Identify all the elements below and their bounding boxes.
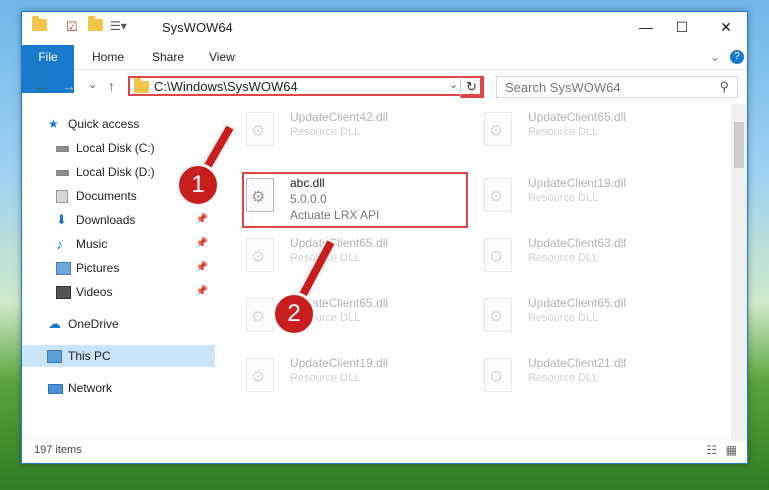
dll-file-icon bbox=[246, 238, 274, 272]
details-view-icon[interactable]: ☷ bbox=[706, 443, 717, 457]
address-bar[interactable]: C:\Windows\SysWOW64 ⌄ bbox=[128, 76, 482, 96]
list-item[interactable]: UpdateClient65.dll Resource DLL bbox=[242, 234, 462, 282]
refresh-button[interactable]: ↻ bbox=[460, 76, 484, 98]
address-dropdown-icon[interactable]: ⌄ bbox=[449, 78, 458, 91]
explorer-window: ☑ ☰▾ SysWOW64 — ☐ ✕ File Home Share View… bbox=[21, 11, 748, 464]
back-button[interactable]: ← bbox=[34, 78, 48, 94]
minimize-button[interactable]: — bbox=[626, 16, 666, 38]
sidebar-item-onedrive[interactable]: ☁ OneDrive bbox=[46, 313, 206, 335]
tab-home[interactable]: Home bbox=[92, 45, 124, 69]
tab-share[interactable]: Share bbox=[152, 45, 184, 69]
recent-locations-button[interactable]: ⌄ bbox=[88, 78, 97, 91]
step-marker-2: 2 bbox=[272, 292, 316, 336]
sidebar-item-pictures[interactable]: Pictures 📌 bbox=[54, 257, 214, 279]
folder-icon[interactable] bbox=[32, 16, 47, 31]
ribbon-collapse-icon[interactable]: ⌄ bbox=[710, 45, 720, 69]
list-item[interactable]: UpdateClient42.dll Resource DLL bbox=[242, 108, 462, 156]
list-item[interactable]: UpdateClient21.dll Resource DLL bbox=[480, 354, 700, 402]
documents-icon bbox=[56, 190, 68, 203]
sidebar-item-music[interactable]: ♪ Music 📌 bbox=[54, 233, 214, 255]
close-button[interactable]: ✕ bbox=[706, 16, 746, 38]
computer-icon bbox=[47, 350, 62, 363]
cloud-icon: ☁ bbox=[48, 316, 61, 331]
sidebar-item-quick-access[interactable]: ★ Quick access bbox=[46, 113, 206, 135]
sidebar-item-this-pc[interactable]: This PC bbox=[22, 345, 215, 367]
step-marker-1: 1 bbox=[176, 163, 220, 207]
abc-dll-highlight-box bbox=[242, 172, 468, 228]
item-count: 197 items bbox=[34, 444, 82, 456]
list-item[interactable]: UpdateClient19.dll Resource DLL bbox=[242, 354, 462, 402]
sidebar-item-local-disk-c[interactable]: Local Disk (C:) bbox=[54, 137, 214, 159]
dll-file-icon bbox=[484, 358, 512, 392]
drive-icon bbox=[56, 170, 69, 176]
music-icon: ♪ bbox=[56, 236, 63, 252]
sidebar-item-videos[interactable]: Videos 📌 bbox=[54, 281, 214, 303]
search-icon: ⚲ bbox=[719, 79, 729, 94]
downloads-icon: ⬇ bbox=[56, 212, 67, 227]
pin-icon: 📌 bbox=[195, 286, 208, 297]
pin-icon: 📌 bbox=[195, 262, 208, 273]
help-icon[interactable]: ? bbox=[730, 50, 744, 64]
large-icons-view-icon[interactable]: ▦ bbox=[726, 443, 737, 457]
pin-icon: 📌 bbox=[195, 214, 208, 225]
properties-icon[interactable]: ☑ bbox=[66, 19, 78, 35]
navigation-bar: ← → ⌄ ↑ C:\Windows\SysWOW64 ⌄ ↻ Search S… bbox=[22, 70, 747, 104]
dll-file-icon bbox=[246, 112, 274, 146]
dll-file-icon bbox=[484, 298, 512, 332]
status-bar: 197 items ☷ ▦ bbox=[22, 438, 747, 463]
navigation-pane: ★ Quick access Local Disk (C:) Local Dis… bbox=[22, 104, 215, 440]
tab-view[interactable]: View bbox=[209, 45, 235, 69]
drive-icon bbox=[56, 146, 69, 152]
sidebar-item-downloads[interactable]: ⬇ Downloads 📌 bbox=[54, 209, 214, 231]
folder-icon bbox=[134, 78, 149, 93]
pin-icon: 📌 bbox=[195, 238, 208, 249]
dll-file-icon bbox=[484, 238, 512, 272]
scrollbar-thumb[interactable] bbox=[734, 122, 744, 168]
pictures-icon bbox=[56, 262, 71, 275]
search-input[interactable]: Search SysWOW64 ⚲ bbox=[496, 76, 738, 98]
list-item[interactable]: UpdateClient63.dll Resource DLL bbox=[480, 234, 700, 282]
maximize-button[interactable]: ☐ bbox=[662, 16, 702, 38]
list-item[interactable]: UpdateClient65.dll Resource DLL bbox=[480, 294, 700, 342]
sidebar-item-network[interactable]: Network bbox=[46, 377, 206, 399]
list-item[interactable]: UpdateClient65.dll Resource DLL bbox=[480, 108, 700, 156]
window-title: SysWOW64 bbox=[162, 20, 233, 35]
star-icon: ★ bbox=[48, 117, 59, 131]
address-path[interactable]: C:\Windows\SysWOW64 bbox=[154, 79, 298, 94]
forward-button[interactable]: → bbox=[62, 78, 76, 94]
ribbon: File Home Share View ⌄ ? bbox=[22, 45, 747, 93]
customize-toolbar-icon[interactable]: ☰▾ bbox=[110, 19, 127, 33]
new-folder-icon[interactable] bbox=[88, 16, 103, 31]
title-bar: ☑ ☰▾ SysWOW64 — ☐ ✕ bbox=[22, 12, 747, 44]
dll-file-icon bbox=[484, 112, 512, 146]
dll-file-icon bbox=[246, 358, 274, 392]
vertical-scrollbar[interactable] bbox=[731, 104, 747, 441]
list-item[interactable]: UpdateClient19.dll Resource DLL bbox=[480, 174, 700, 222]
up-button[interactable]: ↑ bbox=[108, 78, 115, 94]
search-placeholder: Search SysWOW64 bbox=[505, 80, 621, 95]
dll-file-icon bbox=[484, 178, 512, 212]
network-icon bbox=[48, 384, 63, 394]
dll-file-icon bbox=[246, 298, 274, 332]
videos-icon bbox=[56, 286, 71, 299]
